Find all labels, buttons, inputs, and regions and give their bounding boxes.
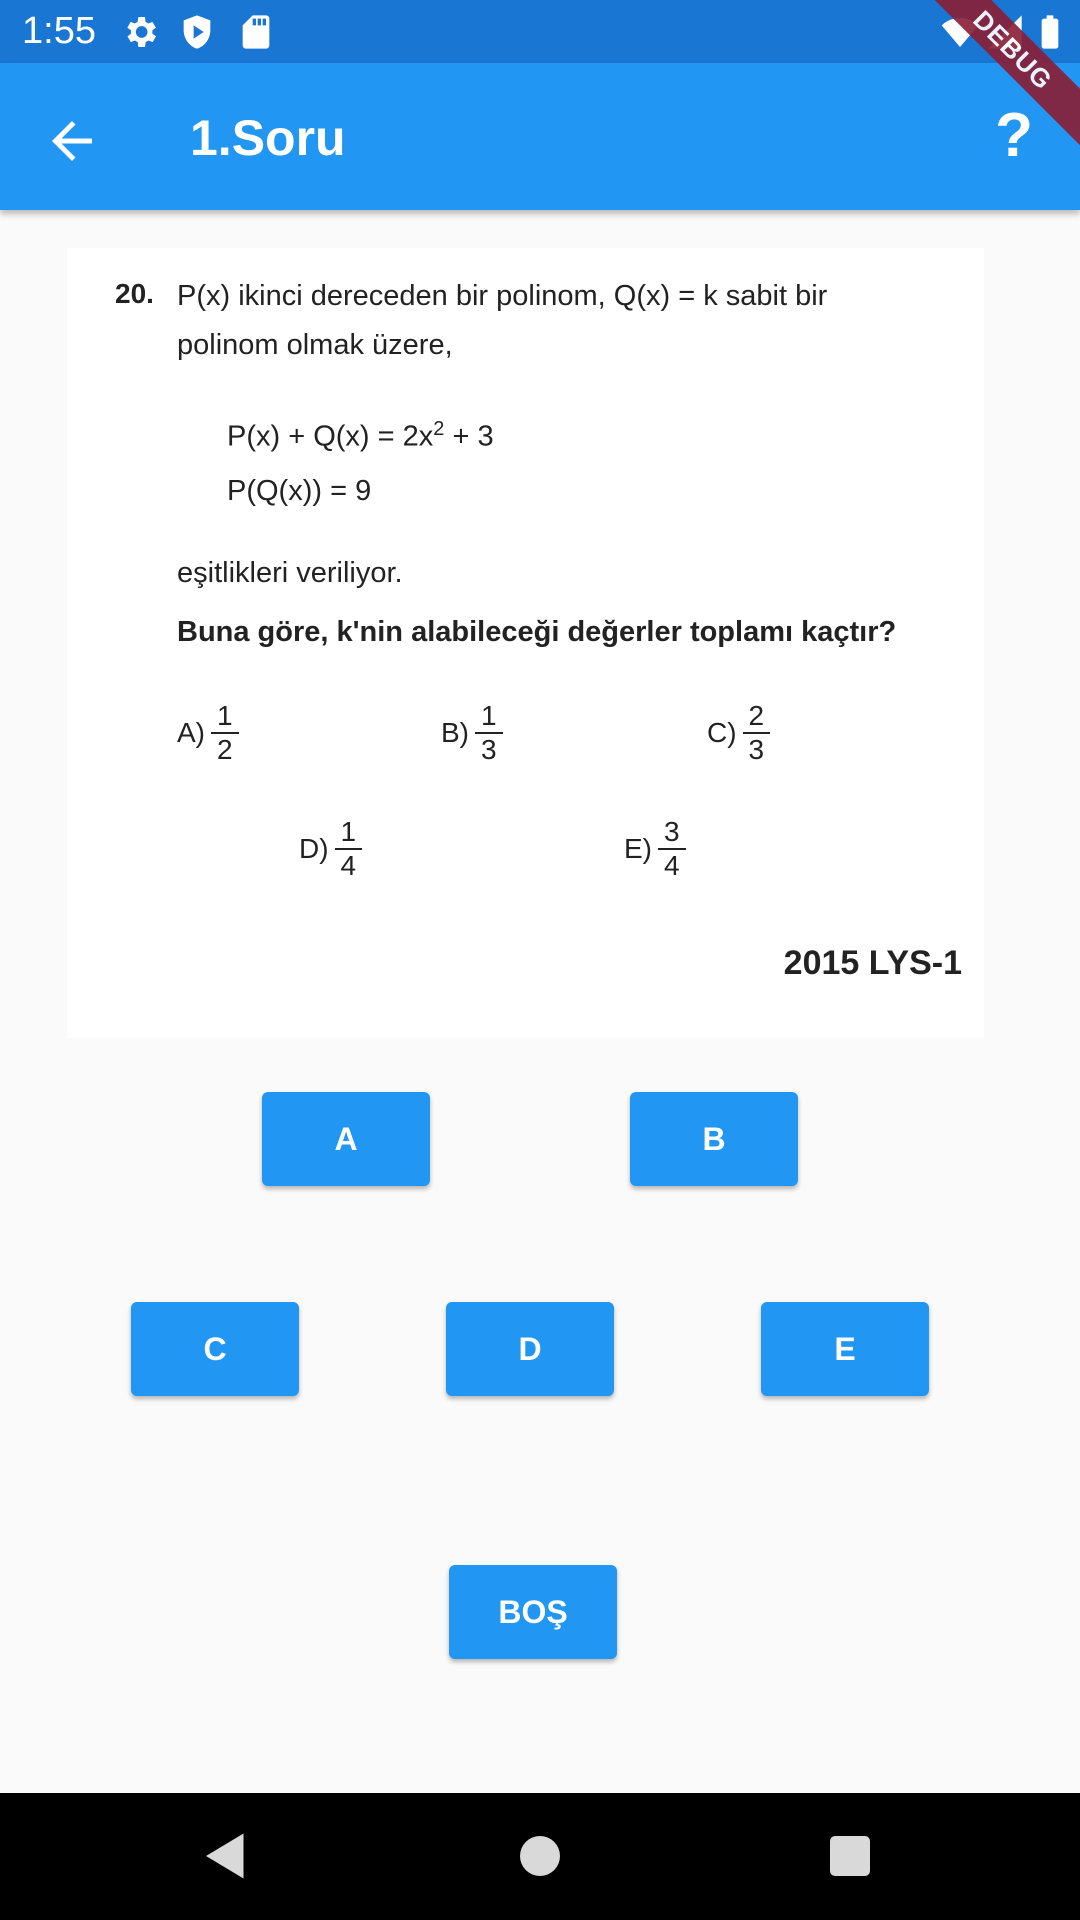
choice-b-numerator: 1: [475, 700, 503, 734]
play-protect-icon: [183, 15, 211, 49]
choice-c-denominator: 3: [748, 734, 765, 765]
answer-b-button[interactable]: B: [630, 1092, 798, 1186]
question-number: 20.: [115, 278, 154, 309]
choice-d-denominator: 4: [340, 850, 357, 881]
status-bar: 1:55: [0, 0, 1080, 63]
formula-1-exponent: 2: [433, 418, 445, 440]
question-text-line-2: polinom olmak üzere,: [177, 329, 453, 361]
choice-d: D) 14: [299, 816, 363, 882]
choice-a-fraction: 12: [211, 700, 239, 766]
gear-icon: [127, 17, 156, 47]
answer-d-button[interactable]: D: [446, 1302, 614, 1396]
app-bar: 1.Soru ?: [0, 63, 1080, 210]
choice-c-label: C): [707, 717, 737, 748]
question-source: 2015 LYS-1: [783, 944, 962, 982]
choice-e-denominator: 4: [664, 850, 680, 881]
choice-e-label: E): [624, 833, 652, 864]
formula-1: P(x) + Q(x) = 2x2 + 3: [227, 411, 494, 455]
answer-e-button[interactable]: E: [761, 1302, 929, 1396]
status-time: 1:55: [22, 10, 96, 52]
help-button[interactable]: ?: [984, 101, 1044, 171]
choice-a-numerator: 1: [211, 700, 239, 734]
choice-c: C) 23: [707, 700, 771, 766]
choice-d-fraction: 14: [334, 816, 363, 882]
answer-blank-button[interactable]: BOŞ: [449, 1565, 617, 1659]
back-triangle-icon[interactable]: [196, 1826, 256, 1886]
sd-card-icon: [242, 15, 270, 49]
choice-e-numerator: 3: [658, 816, 686, 850]
choice-e-fraction: 34: [658, 816, 686, 882]
choice-a-label: A): [177, 717, 205, 748]
question-prompt: Buna göre, k'nin alabileceği değerler to…: [177, 616, 897, 648]
recents-square-icon[interactable]: [820, 1826, 880, 1886]
question-card: 20. P(x) ikinci dereceden bir polinom, Q…: [67, 248, 984, 1038]
choice-c-fraction: 23: [742, 700, 771, 766]
choice-a: A) 12: [177, 700, 239, 766]
choice-a-denominator: 2: [217, 734, 233, 765]
choice-b-label: B): [441, 717, 469, 748]
choice-d-label: D): [299, 833, 329, 864]
home-circle-icon[interactable]: [510, 1826, 570, 1886]
answer-c-button[interactable]: C: [131, 1302, 299, 1396]
formula-1-prefix: P(x) + Q(x) = 2x: [227, 420, 434, 453]
choice-e: E) 34: [624, 816, 686, 882]
question-text-line-3: eşitlikleri veriliyor.: [177, 557, 403, 589]
page-title: 1.Soru: [190, 110, 346, 166]
choice-b-fraction: 13: [475, 700, 503, 766]
answer-a-button[interactable]: A: [262, 1092, 430, 1186]
formula-1-suffix: + 3: [444, 420, 494, 453]
navigation-bar: [0, 1793, 1080, 1920]
arrow-back-icon[interactable]: [42, 111, 102, 171]
choice-c-numerator: 2: [742, 700, 771, 734]
question-text-line-1: P(x) ikinci dereceden bir polinom, Q(x) …: [177, 280, 828, 312]
formula-2: P(Q(x)) = 9: [227, 475, 372, 507]
choice-d-numerator: 1: [334, 816, 363, 850]
choice-b-denominator: 3: [481, 734, 497, 765]
choice-b: B) 13: [441, 700, 503, 766]
